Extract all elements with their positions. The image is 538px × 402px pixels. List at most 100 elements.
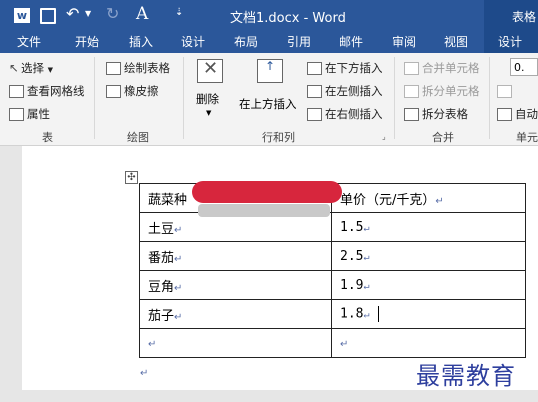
tab-view[interactable]: 视图: [444, 31, 468, 53]
autofit-icon: [497, 108, 512, 121]
group-separator: [489, 57, 490, 139]
cell-text: 1.5: [340, 219, 364, 235]
table-cell[interactable]: 1.8↵: [331, 299, 526, 329]
quick-access-customize-icon[interactable]: ⇣: [175, 7, 183, 18]
tab-mailings[interactable]: 邮件: [339, 31, 363, 53]
insert-left-icon: [307, 85, 322, 98]
paragraph-mark: ↵: [148, 338, 157, 350]
pencil-icon: [106, 62, 121, 75]
merge-cells-label: 合并单元格: [422, 61, 480, 75]
table-row: ↵ ↵: [139, 328, 526, 358]
cell-text: 土豆: [148, 221, 175, 237]
tab-review[interactable]: 审阅: [392, 31, 416, 53]
cell-text: 1.8: [340, 306, 364, 322]
group-separator: [94, 57, 95, 139]
paragraph-mark: ↵: [140, 368, 149, 379]
split-cells-label: 拆分单元格: [422, 84, 480, 98]
table-cell[interactable]: 2.5↵: [331, 241, 526, 271]
row-height-spinner[interactable]: 0.: [510, 58, 538, 76]
cell-text: 番茄: [148, 250, 175, 266]
table-cell[interactable]: 番茄↵: [139, 241, 332, 271]
tab-design[interactable]: 设计: [181, 31, 205, 53]
table-cell[interactable]: 1.5↵: [331, 212, 526, 242]
paragraph-mark: ↵: [363, 251, 370, 263]
insert-above-button[interactable]: ↑ 在上方插入: [239, 57, 303, 123]
draw-table-label: 绘制表格: [124, 61, 170, 75]
insert-right-button[interactable]: 在右侧插入: [307, 105, 383, 123]
merge-cells-button[interactable]: 合并单元格: [404, 59, 480, 77]
split-cells-icon: [404, 85, 419, 98]
insert-right-icon: [307, 108, 322, 121]
properties-button[interactable]: 属性: [9, 105, 50, 123]
tab-references[interactable]: 引用: [287, 31, 311, 53]
tab-file[interactable]: 文件: [17, 31, 41, 53]
tab-table-design[interactable]: 设计: [484, 31, 538, 53]
delete-label: 删除: [196, 92, 219, 106]
context-label: 表格: [512, 10, 537, 24]
split-table-label: 拆分表格: [422, 107, 468, 121]
delete-button[interactable]: ✕ 删除 ▼: [190, 57, 230, 123]
group-label-merge: 合并: [432, 131, 454, 144]
table-cell[interactable]: 1.9↵: [331, 270, 526, 300]
width-icon: [497, 85, 512, 98]
paragraph-mark: ↵: [340, 338, 349, 350]
paragraph-mark: ↵: [363, 222, 370, 234]
autofit-button[interactable]: 自动: [497, 105, 538, 123]
undo-dropdown-icon[interactable]: ▼: [85, 9, 91, 18]
chevron-down-icon: ▼: [47, 66, 54, 74]
ribbon: ↖ 选择 ▼ 查看网格线 属性 表 绘制表格 橡皮擦 绘图 ✕ 删除 ▼ ↑ 在上…: [0, 53, 538, 146]
insert-below-button[interactable]: 在下方插入: [307, 59, 383, 77]
cell-text: 1.9: [340, 277, 364, 293]
document-page[interactable]: ✣ 蔬菜种 单价（元/千克）↵ 土豆↵ 1.5↵ 番茄↵ 2.5↵ 豆角↵ 1.…: [22, 146, 538, 390]
insert-left-button[interactable]: 在左侧插入: [307, 82, 383, 100]
tab-layout[interactable]: 布局: [234, 31, 258, 53]
save-icon[interactable]: [40, 8, 56, 24]
eraser-button[interactable]: 橡皮擦: [106, 82, 159, 100]
insert-below-label: 在下方插入: [325, 61, 383, 75]
select-button[interactable]: ↖ 选择 ▼: [9, 59, 53, 77]
paragraph-mark: ↵: [174, 224, 183, 236]
insert-below-icon: [307, 62, 322, 75]
group-label-rows-cols: 行和列: [262, 131, 295, 144]
tab-insert[interactable]: 插入: [129, 31, 153, 53]
paragraph-mark: ↵: [174, 311, 183, 323]
select-label: 选择: [21, 61, 44, 75]
table-move-handle-icon[interactable]: ✣: [125, 171, 138, 184]
table-cell[interactable]: 茄子↵: [139, 299, 332, 329]
delete-table-icon: ✕: [197, 58, 223, 83]
word-logo-icon: w: [14, 8, 30, 23]
properties-label: 属性: [27, 107, 50, 121]
contextual-tab-group: 表格: [484, 0, 538, 31]
chevron-down-icon: ▼: [206, 109, 212, 117]
cell-text: 豆角: [148, 279, 175, 295]
table-cell[interactable]: ↵: [331, 328, 526, 358]
undo-icon[interactable]: ↶: [66, 4, 79, 23]
cell-text: 2.5: [340, 248, 364, 264]
group-label-cell-size: 单元: [516, 131, 538, 144]
redo-icon: ↻: [106, 4, 120, 23]
paragraph-mark: ↵: [435, 195, 444, 207]
table-cell[interactable]: 单价（元/千克）↵: [331, 183, 526, 213]
cursor-icon: ↖: [9, 61, 19, 75]
col-width-button[interactable]: [497, 82, 515, 100]
eraser-label: 橡皮擦: [124, 84, 159, 98]
group-label-draw: 绘图: [127, 131, 149, 144]
table-cell[interactable]: 豆角↵: [139, 270, 332, 300]
split-cells-button[interactable]: 拆分单元格: [404, 82, 480, 100]
table-cell[interactable]: ↵: [139, 328, 332, 358]
split-table-button[interactable]: 拆分表格: [404, 105, 468, 123]
table-row: 土豆↵ 1.5↵: [139, 212, 526, 242]
ribbon-tabs: 文件 开始 插入 设计 布局 引用 邮件 审阅 视图 设计: [0, 31, 538, 53]
properties-icon: [9, 108, 24, 121]
draw-table-button[interactable]: 绘制表格: [106, 59, 170, 77]
tab-home[interactable]: 开始: [75, 31, 99, 53]
group-label-table: 表: [42, 131, 53, 144]
insert-above-label: 在上方插入: [239, 97, 297, 111]
row-height-value: 0.: [514, 61, 525, 74]
view-gridlines-button[interactable]: 查看网格线: [9, 82, 85, 100]
paragraph-mark: ↵: [363, 280, 370, 292]
table-row: 番茄↵ 2.5↵: [139, 241, 526, 271]
dialog-launcher-icon[interactable]: ⌟: [382, 132, 386, 141]
font-format-icon[interactable]: A: [136, 4, 148, 24]
paragraph-mark: ↵: [174, 253, 183, 265]
